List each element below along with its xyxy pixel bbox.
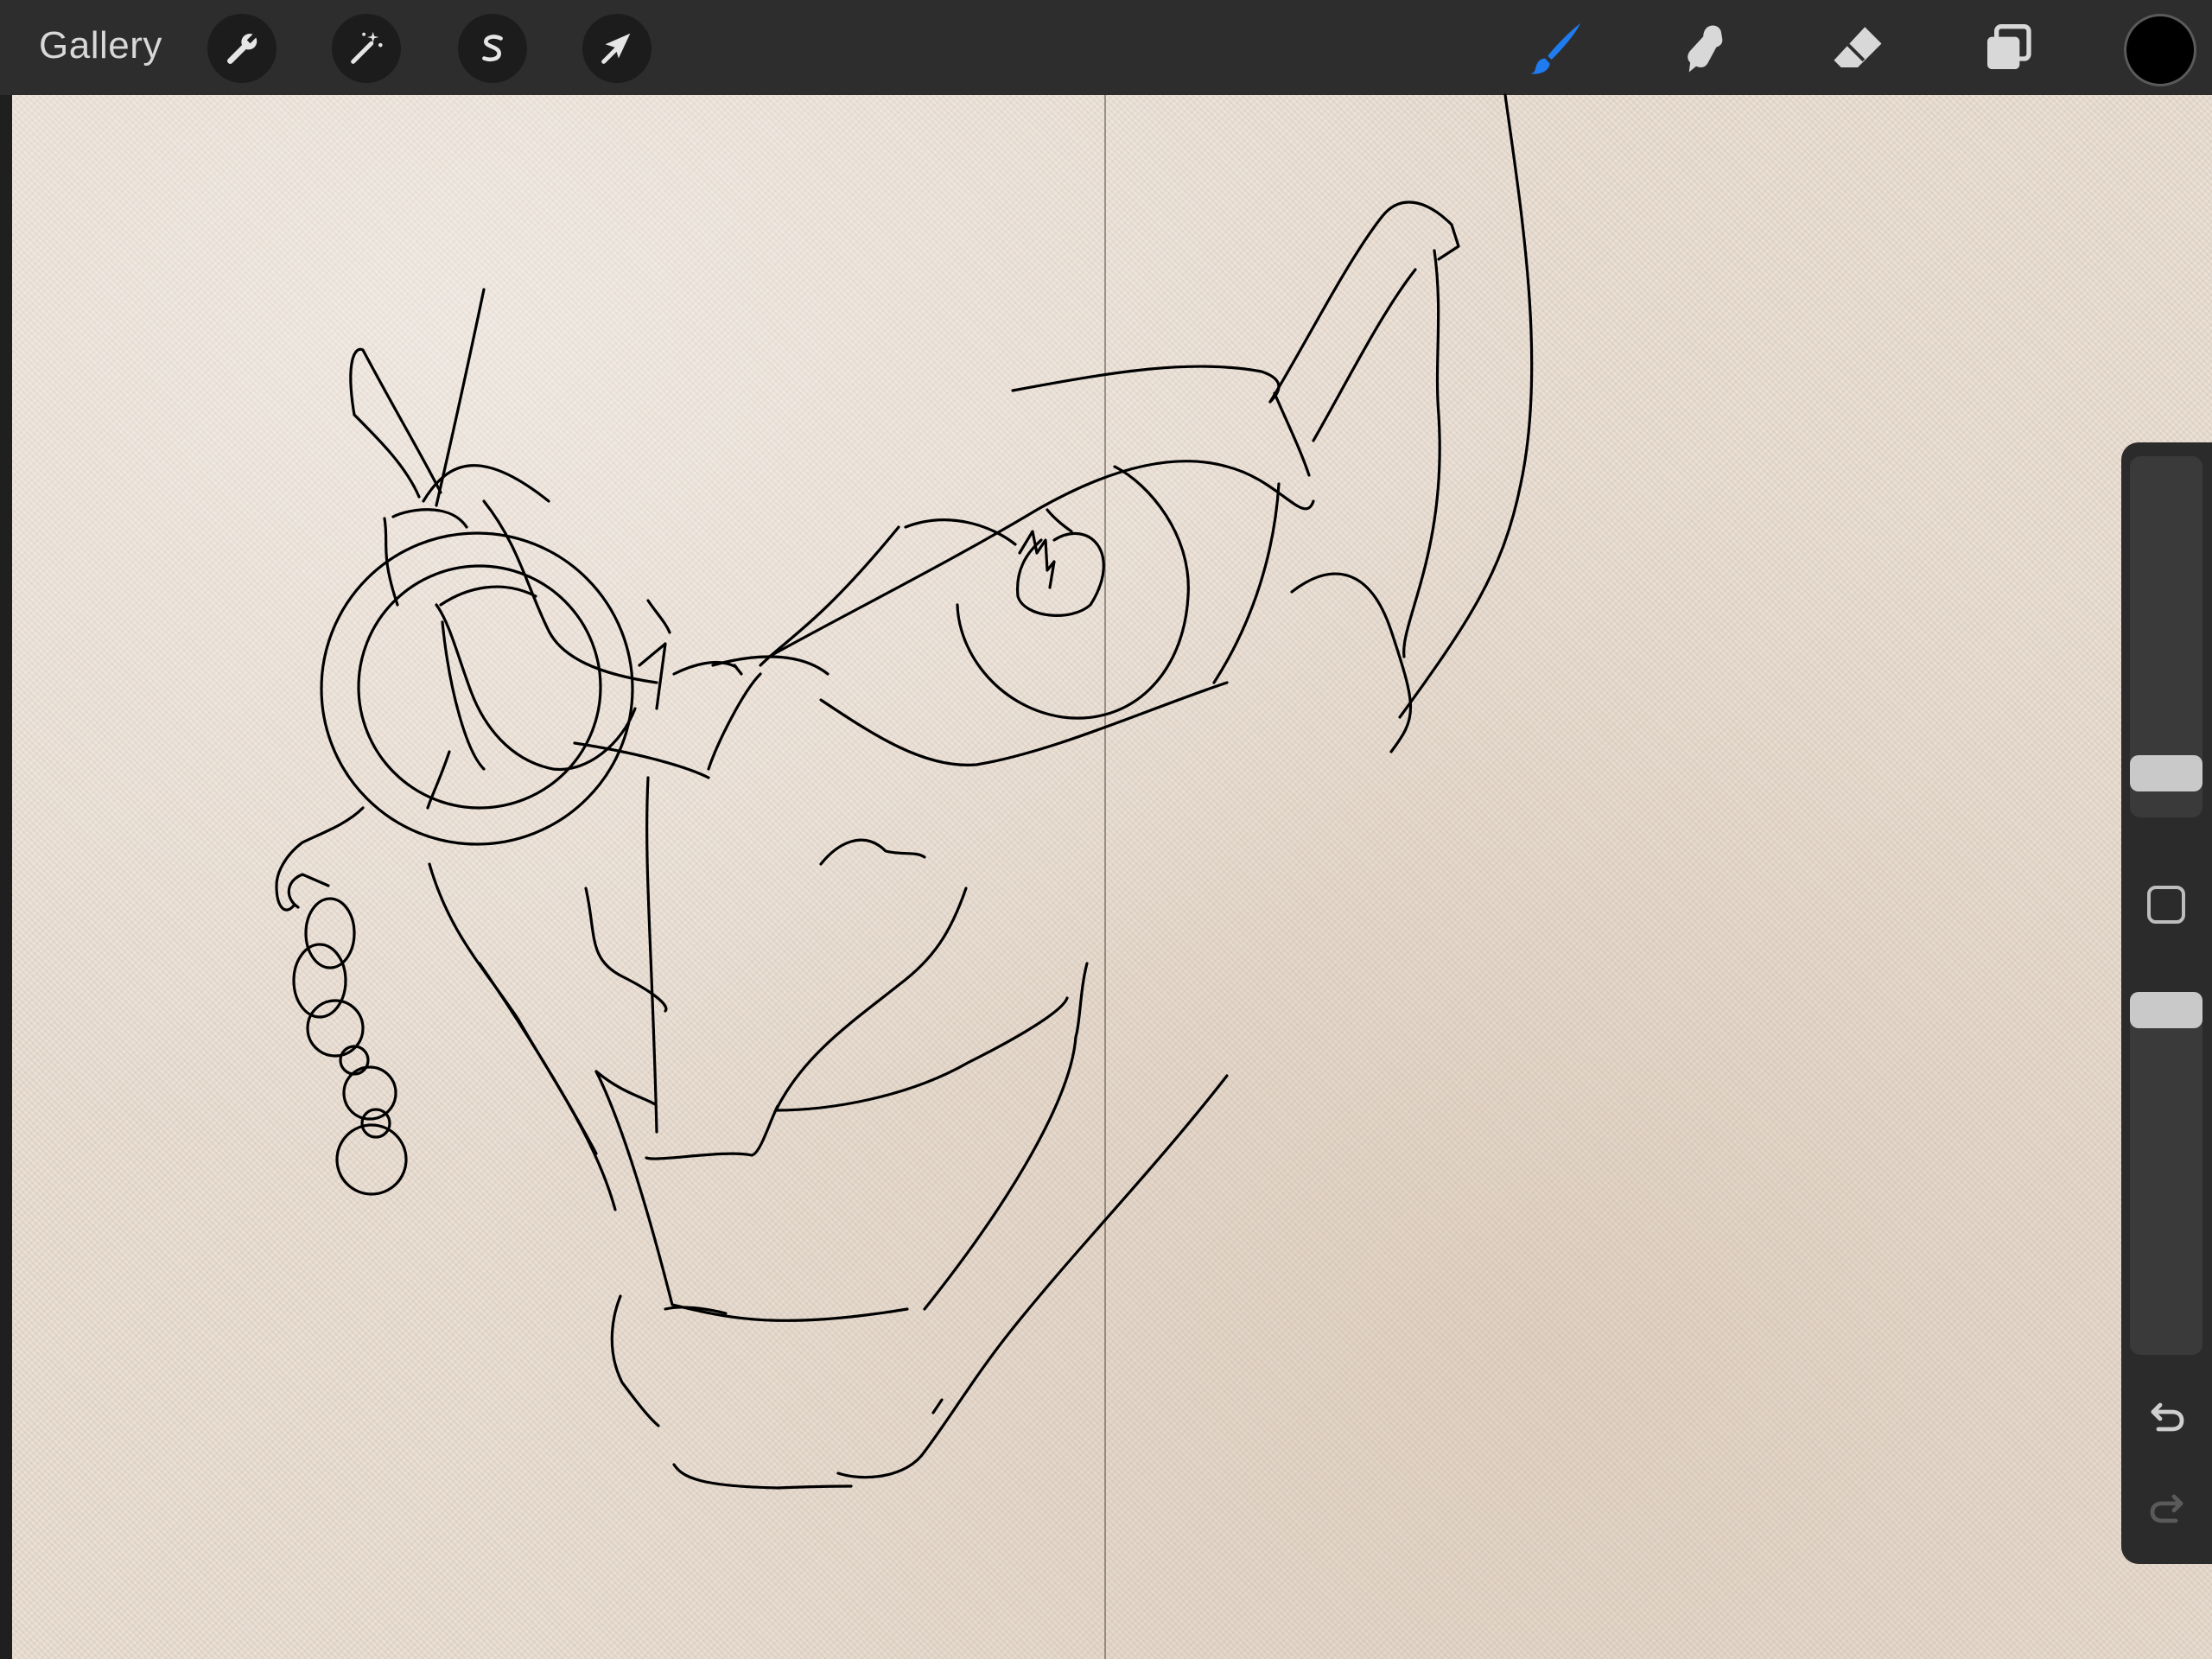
opacity-slider[interactable] — [2130, 992, 2202, 1355]
brush-size-slider-thumb[interactable] — [2130, 754, 2202, 791]
sketch-strokes — [275, 93, 1534, 1490]
redo-button[interactable] — [2143, 1484, 2191, 1533]
redo-icon — [2150, 1494, 2183, 1523]
undo-button[interactable] — [2143, 1393, 2191, 1441]
modify-button[interactable] — [2147, 886, 2185, 924]
undo-icon — [2151, 1402, 2184, 1432]
opacity-slider-thumb[interactable] — [2130, 992, 2202, 1028]
